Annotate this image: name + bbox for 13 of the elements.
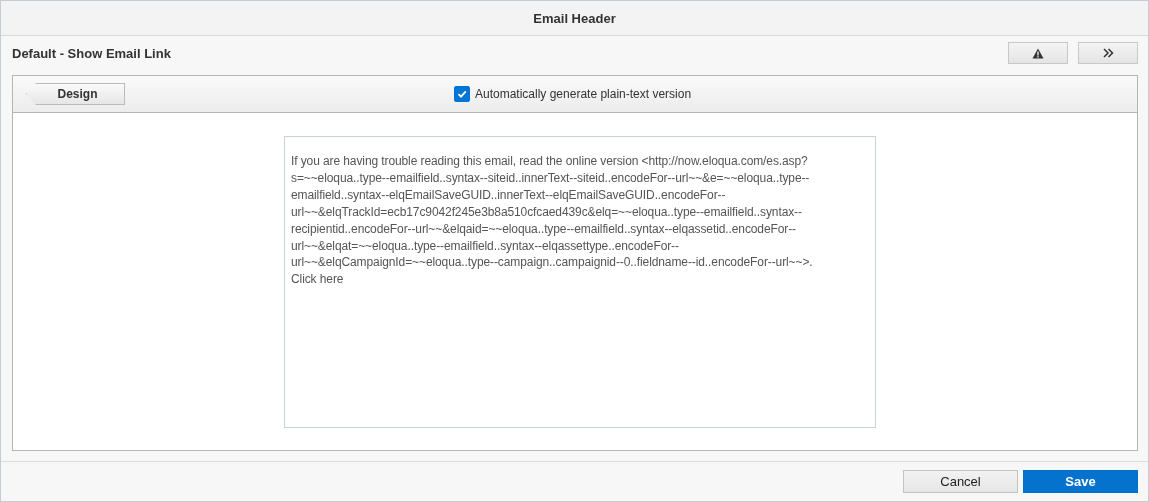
design-button[interactable]: Design [26, 83, 125, 105]
expand-button[interactable] [1078, 42, 1138, 64]
cancel-button[interactable]: Cancel [903, 470, 1018, 493]
double-chevron-icon [1102, 48, 1114, 58]
checkbox-label: Automatically generate plain-text version [475, 87, 692, 101]
warning-button[interactable] [1008, 42, 1068, 64]
window-title: Email Header [533, 11, 616, 26]
plain-text-area[interactable]: If you are having trouble reading this email, read the online version <http://now.eloqua.com/es.asp? s=~~eloqua..type--emailfield..syntax--siteid..innerText--siteid..encodeFor--url~~&e=~~eloqua..type-- emailfield..syntax--elqEmailSaveGUID..innerText--elqEmailSaveGUID..encodeFor-- url~~&elqTrackId=ecb17c9042f245e3b8a510cfcaed439c&elq=~~eloqua..type--emailfield..syntax-- recipientid..encodeFor--url~~&elqaid=~~eloqua..type--emailfield..syntax--elqassetid..encodeFor-- url~~&elqat=~~eloqua..type--emailfield..syntax--elqassettype..encodeFor-- url~~&elqCampaignId=~~eloqua..type--campaign..campaignid--0..fieldname--id..encodeFor--url~~>. Click here [284, 136, 876, 428]
save-button[interactable]: Save [1023, 470, 1138, 493]
checkbox[interactable] [454, 86, 470, 102]
warning-icon [1032, 47, 1044, 59]
check-icon [456, 88, 468, 100]
page-title: Default - Show Email Link [12, 45, 171, 61]
